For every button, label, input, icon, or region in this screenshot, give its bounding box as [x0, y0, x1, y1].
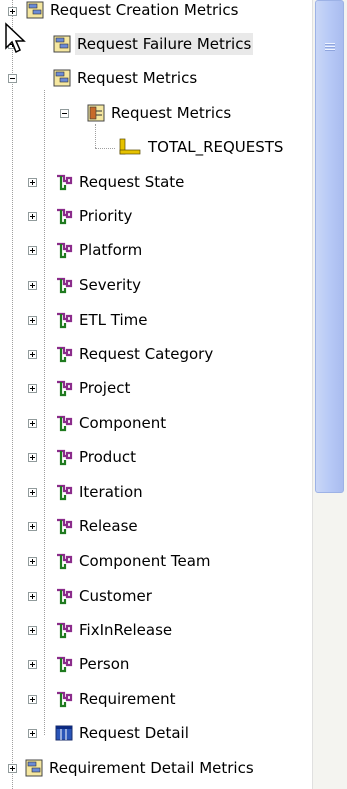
- tree-item-component[interactable]: Component: [0, 411, 168, 435]
- tree-item-label: Priority: [79, 207, 133, 225]
- tree-item-person[interactable]: Person: [0, 652, 131, 676]
- expand-icon[interactable]: [28, 592, 37, 601]
- tree-item-label: ETL Time: [79, 311, 148, 329]
- expand-icon[interactable]: [28, 281, 37, 290]
- tree-item-label: Request State: [79, 173, 185, 191]
- expand-icon[interactable]: [28, 178, 37, 187]
- tree-item-label: Product: [79, 448, 136, 466]
- tree-item-request-metrics-table[interactable]: Request Metrics: [0, 101, 233, 125]
- expand-icon[interactable]: [28, 316, 37, 325]
- tree-item-label: TOTAL_REQUESTS: [148, 138, 284, 156]
- tree-item-product[interactable]: Product: [0, 445, 138, 469]
- dimension-icon: [55, 207, 73, 225]
- dimension-icon: [55, 587, 73, 605]
- tree-item-project[interactable]: Project: [0, 376, 132, 400]
- tree-item-label: Requirement Detail Metrics: [49, 759, 254, 777]
- tree-item-label: Iteration: [79, 483, 143, 501]
- expand-icon[interactable]: [28, 246, 37, 255]
- tree-item-label: Release: [79, 517, 138, 535]
- attribute-folder-icon: [25, 759, 43, 777]
- tree-item-requirement-detail-metrics[interactable]: Requirement Detail Metrics: [0, 756, 256, 780]
- tree-item-label: Request Metrics: [77, 69, 198, 87]
- grip-icon: [325, 43, 335, 51]
- tree-item-label: Platform: [79, 241, 143, 259]
- tree-item-total-requests[interactable]: TOTAL_REQUESTS: [0, 135, 285, 159]
- mouse-cursor-icon: [5, 22, 26, 54]
- tree-view[interactable]: Request Creation Metrics Request Failure…: [0, 0, 312, 789]
- collapse-icon[interactable]: [60, 109, 69, 118]
- dimension-icon: [55, 241, 73, 259]
- tree-item-component-team[interactable]: Component Team: [0, 549, 213, 573]
- dimension-icon: [55, 173, 73, 191]
- tree-item-label: Person: [79, 655, 130, 673]
- tree-item-label: Request Category: [79, 345, 214, 363]
- tree-item-customer[interactable]: Customer: [0, 584, 154, 608]
- expand-icon[interactable]: [28, 660, 37, 669]
- expand-icon[interactable]: [8, 7, 17, 16]
- tree-item-label: FixInRelease: [79, 621, 173, 639]
- dimension-icon: [55, 345, 73, 363]
- dimension-icon: [55, 448, 73, 466]
- expand-icon[interactable]: [28, 695, 37, 704]
- tree-item-platform[interactable]: Platform: [0, 238, 144, 262]
- dimension-icon: [55, 621, 73, 639]
- tree-item-severity[interactable]: Severity: [0, 273, 143, 297]
- dimension-icon: [55, 379, 73, 397]
- dimension-icon: [55, 655, 73, 673]
- dimension-icon: [55, 311, 73, 329]
- tree-item-priority[interactable]: Priority: [0, 204, 134, 228]
- attribute-folder-icon: [53, 69, 71, 87]
- expand-icon[interactable]: [8, 764, 17, 773]
- dimension-icon: [55, 483, 73, 501]
- tree-item-request-failure-metrics[interactable]: Request Failure Metrics: [0, 32, 254, 56]
- expand-icon[interactable]: [28, 626, 37, 635]
- attribute-folder-icon: [53, 35, 71, 53]
- tree-item-request-category[interactable]: Request Category: [0, 342, 215, 366]
- scrollbar-thumb[interactable]: [315, 0, 344, 493]
- expand-icon[interactable]: [28, 557, 37, 566]
- expand-icon[interactable]: [28, 384, 37, 393]
- tree-item-request-state[interactable]: Request State: [0, 170, 186, 194]
- tree-item-request-detail[interactable]: Request Detail: [0, 721, 191, 745]
- expand-icon[interactable]: [28, 212, 37, 221]
- expand-icon[interactable]: [28, 729, 37, 738]
- detail-table-icon: [55, 724, 73, 742]
- tree-item-label: Severity: [79, 276, 141, 294]
- tree-item-label: Request Detail: [79, 724, 189, 742]
- tree-item-label: Component: [79, 414, 167, 432]
- attribute-folder-icon: [26, 1, 44, 19]
- tree-item-label: Customer: [79, 587, 152, 605]
- tree-item-request-metrics[interactable]: Request Metrics: [0, 66, 199, 90]
- expand-icon[interactable]: [28, 453, 37, 462]
- dimension-icon: [55, 690, 73, 708]
- dimension-icon: [55, 414, 73, 432]
- tree-item-label: Component Team: [79, 552, 211, 570]
- fact-table-icon: [87, 104, 105, 122]
- tree-item-etl-time[interactable]: ETL Time: [0, 308, 149, 332]
- tree-item-request-creation-metrics[interactable]: Request Creation Metrics: [0, 0, 240, 22]
- tree-item-label: Project: [79, 379, 131, 397]
- expand-icon[interactable]: [28, 522, 37, 531]
- tree-item-label: Request Failure Metrics: [75, 33, 254, 55]
- tree-item-requirement[interactable]: Requirement: [0, 687, 177, 711]
- tree-item-iteration[interactable]: Iteration: [0, 480, 145, 504]
- tree-item-label: Request Creation Metrics: [50, 1, 239, 19]
- tree-item-release[interactable]: Release: [0, 514, 140, 538]
- tree-item-label: Requirement: [79, 690, 176, 708]
- dimension-icon: [55, 276, 73, 294]
- vertical-scrollbar[interactable]: [312, 0, 347, 789]
- collapse-icon[interactable]: [8, 74, 17, 83]
- expand-icon[interactable]: [28, 488, 37, 497]
- tree-item-label: Request Metrics: [111, 104, 232, 122]
- dimension-icon: [55, 552, 73, 570]
- dimension-icon: [55, 517, 73, 535]
- measure-icon: [118, 138, 142, 156]
- expand-icon[interactable]: [28, 350, 37, 359]
- tree-item-fixinrelease[interactable]: FixInRelease: [0, 618, 174, 642]
- expand-icon[interactable]: [28, 419, 37, 428]
